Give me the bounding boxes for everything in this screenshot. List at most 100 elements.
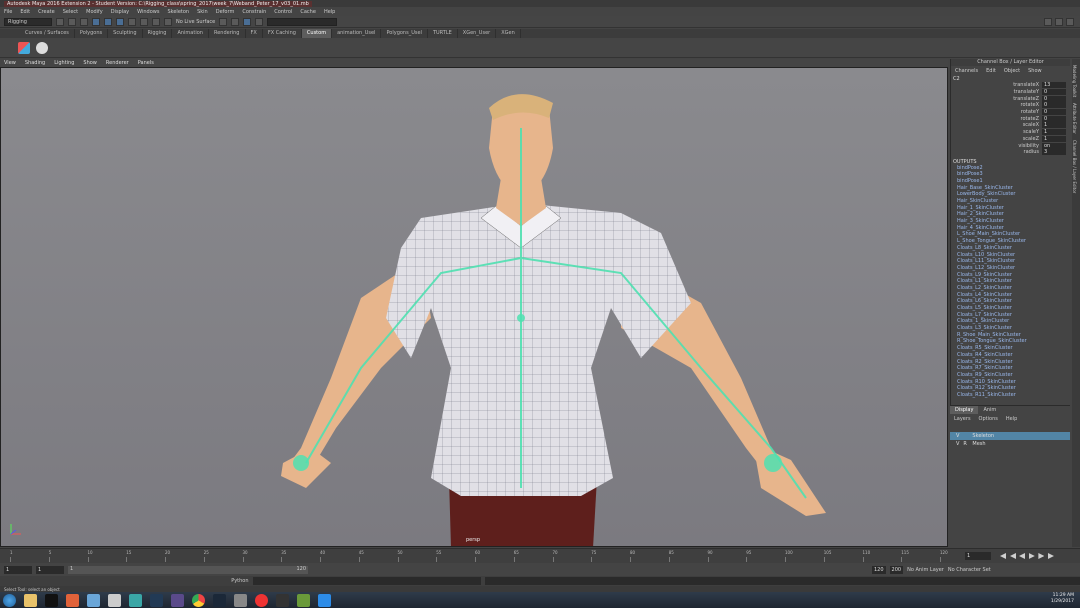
- step-forward-icon[interactable]: [1038, 553, 1045, 559]
- output-node-item[interactable]: Cloats_L12_SkinCluster: [951, 265, 1070, 272]
- command-input[interactable]: [252, 577, 481, 585]
- layer-name[interactable]: Skeleton: [972, 433, 994, 439]
- channel-attribute-row[interactable]: scaleY 1: [951, 129, 1070, 136]
- render-settings-icon[interactable]: [255, 17, 264, 26]
- shelf-tab-curves-surfaces[interactable]: Curves / Surfaces: [20, 29, 75, 38]
- menu-edit[interactable]: Edit: [20, 9, 30, 15]
- snap-surface-icon[interactable]: [164, 17, 172, 26]
- layer-menu-layers[interactable]: Layers: [954, 416, 971, 422]
- output-node-item[interactable]: Hair_1_SkinCluster: [951, 205, 1070, 212]
- output-node-item[interactable]: Cloats_R10_SkinCluster: [951, 379, 1070, 386]
- layer-menu-options[interactable]: Options: [979, 416, 998, 422]
- channel-attribute-label[interactable]: scaleZ: [1023, 136, 1042, 142]
- output-node-item[interactable]: Hair_2_SkinCluster: [951, 211, 1070, 218]
- output-node-item[interactable]: Cloats_R2_SkinCluster: [951, 359, 1070, 366]
- messenger-icon[interactable]: [318, 593, 331, 607]
- shelf-tab-polygons[interactable]: Polygons: [75, 29, 109, 38]
- channel-attribute-value[interactable]: 3: [1042, 149, 1066, 156]
- render-view-icon[interactable]: [219, 17, 228, 26]
- channel-attribute-value[interactable]: 0: [1042, 89, 1066, 96]
- channel-attribute-row[interactable]: radius 3: [951, 149, 1070, 156]
- step-back-icon[interactable]: [1010, 553, 1016, 559]
- unity-icon[interactable]: [234, 593, 247, 607]
- play-forward-icon[interactable]: [1028, 553, 1035, 559]
- snap-point-icon[interactable]: [152, 17, 160, 26]
- layer-visibility-toggle[interactable]: V: [956, 441, 959, 447]
- select-hierarchy-icon[interactable]: [92, 17, 100, 26]
- input-line-field[interactable]: [267, 17, 338, 26]
- channel-attribute-value[interactable]: 0: [1042, 115, 1066, 122]
- current-frame-field[interactable]: 1: [965, 552, 991, 560]
- output-node-item[interactable]: Cloats_L8_SkinCluster: [951, 245, 1070, 252]
- viewport-menu-shading[interactable]: Shading: [25, 60, 45, 66]
- output-node-item[interactable]: Cloats_R4_SkinCluster: [951, 352, 1070, 359]
- ipr-render-icon[interactable]: [243, 17, 252, 26]
- character-model[interactable]: [1, 68, 948, 547]
- open-scene-icon[interactable]: [68, 17, 76, 26]
- channel-attribute-label[interactable]: scaleY: [1023, 129, 1042, 135]
- channel-attribute-label[interactable]: translateZ: [1013, 96, 1042, 102]
- output-node-item[interactable]: Cloats_R9_SkinCluster: [951, 372, 1070, 379]
- lightroom-icon[interactable]: [150, 593, 163, 607]
- output-node-item[interactable]: Cloats_L3_SkinCluster: [951, 325, 1070, 332]
- snap-curve-icon[interactable]: [140, 17, 148, 26]
- output-node-item[interactable]: L_Shoe_Tongue_SkinCluster: [951, 238, 1070, 245]
- save-scene-icon[interactable]: [80, 17, 88, 26]
- layer-visibility-toggle[interactable]: V: [956, 433, 959, 439]
- play-backward-icon[interactable]: [1019, 553, 1025, 559]
- select-object-icon[interactable]: [104, 17, 112, 26]
- shelf-tab-xgen-user[interactable]: XGen_User: [458, 29, 497, 38]
- output-node-item[interactable]: bindPose3: [951, 171, 1070, 178]
- anim-start-field[interactable]: 1: [36, 565, 64, 574]
- channel-attribute-label[interactable]: visibility: [1018, 143, 1042, 149]
- channel-attribute-value[interactable]: 13: [1042, 82, 1066, 89]
- app-icon[interactable]: [87, 593, 100, 607]
- select-component-icon[interactable]: [116, 17, 124, 26]
- chrome-icon[interactable]: [192, 593, 205, 607]
- output-node-item[interactable]: Cloats_L9_SkinCluster: [951, 272, 1070, 279]
- output-node-item[interactable]: R_Shoe_Main_SkinCluster: [951, 332, 1070, 339]
- start-button-icon[interactable]: [3, 593, 16, 607]
- channel-attribute-label[interactable]: rotateY: [1021, 109, 1042, 115]
- shelf-tab-fx[interactable]: FX: [246, 29, 263, 38]
- output-node-item[interactable]: Cloats_L11_SkinCluster: [951, 258, 1070, 265]
- channel-attribute-row[interactable]: scaleZ 1: [951, 135, 1070, 143]
- viewport-menu-lighting[interactable]: Lighting: [54, 60, 74, 66]
- output-node-item[interactable]: bindPose2: [951, 165, 1070, 172]
- channel-box-menu-channels[interactable]: Channels: [955, 68, 978, 74]
- shelf-tab-animation-usel[interactable]: animation_Usel: [332, 29, 382, 38]
- channel-attribute-row[interactable]: rotateZ 0: [951, 115, 1070, 122]
- media-player-icon[interactable]: [276, 593, 289, 607]
- new-scene-icon[interactable]: [56, 17, 64, 26]
- output-node-item[interactable]: R_Shoe_Tongue_SkinCluster: [951, 338, 1070, 345]
- shelf-tab-animation[interactable]: Animation: [172, 29, 209, 38]
- live-surface-label[interactable]: No Live Surface: [176, 19, 215, 25]
- channel-attribute-value[interactable]: 1: [1042, 135, 1066, 142]
- viewport-menu-panels[interactable]: Panels: [138, 60, 154, 66]
- shelf-tab-rigging[interactable]: Rigging: [143, 29, 173, 38]
- shelf-tab-rendering[interactable]: Rendering: [209, 29, 246, 38]
- menu-modify[interactable]: Modify: [86, 9, 103, 15]
- output-node-item[interactable]: Cloats_L4_SkinCluster: [951, 292, 1070, 299]
- system-tray[interactable]: 11:29 AM 1/29/2017: [1051, 593, 1074, 605]
- channel-box-menu-edit[interactable]: Edit: [986, 68, 996, 74]
- channel-attribute-label[interactable]: rotateZ: [1021, 116, 1043, 122]
- end-time-field[interactable]: 200: [889, 565, 904, 574]
- shelf-script-icon[interactable]: [36, 41, 48, 54]
- menu-help[interactable]: Help: [324, 9, 335, 15]
- channel-attribute-row[interactable]: translateZ 0: [951, 95, 1070, 102]
- channel-attribute-row[interactable]: translateY 0: [951, 89, 1070, 96]
- layer-name[interactable]: Mesh: [972, 441, 985, 447]
- channel-attribute-value[interactable]: 0: [1042, 95, 1066, 102]
- channel-attribute-value[interactable]: 1: [1042, 122, 1066, 129]
- output-node-item[interactable]: Cloats_L2_SkinCluster: [951, 285, 1070, 292]
- output-node-item[interactable]: Cloats_L6_SkinCluster: [951, 298, 1070, 305]
- output-node-item[interactable]: Cloats_L7_SkinCluster: [951, 312, 1070, 319]
- channel-attribute-row[interactable]: translateX 13: [951, 82, 1070, 89]
- menu-file[interactable]: File: [4, 9, 12, 15]
- itunes-icon[interactable]: [255, 593, 268, 607]
- menu-skin[interactable]: Skin: [197, 9, 208, 15]
- viewport-3d[interactable]: persp: [0, 67, 948, 547]
- output-node-item[interactable]: Cloats_L5_SkinCluster: [951, 305, 1070, 312]
- menu-control[interactable]: Control: [274, 9, 292, 15]
